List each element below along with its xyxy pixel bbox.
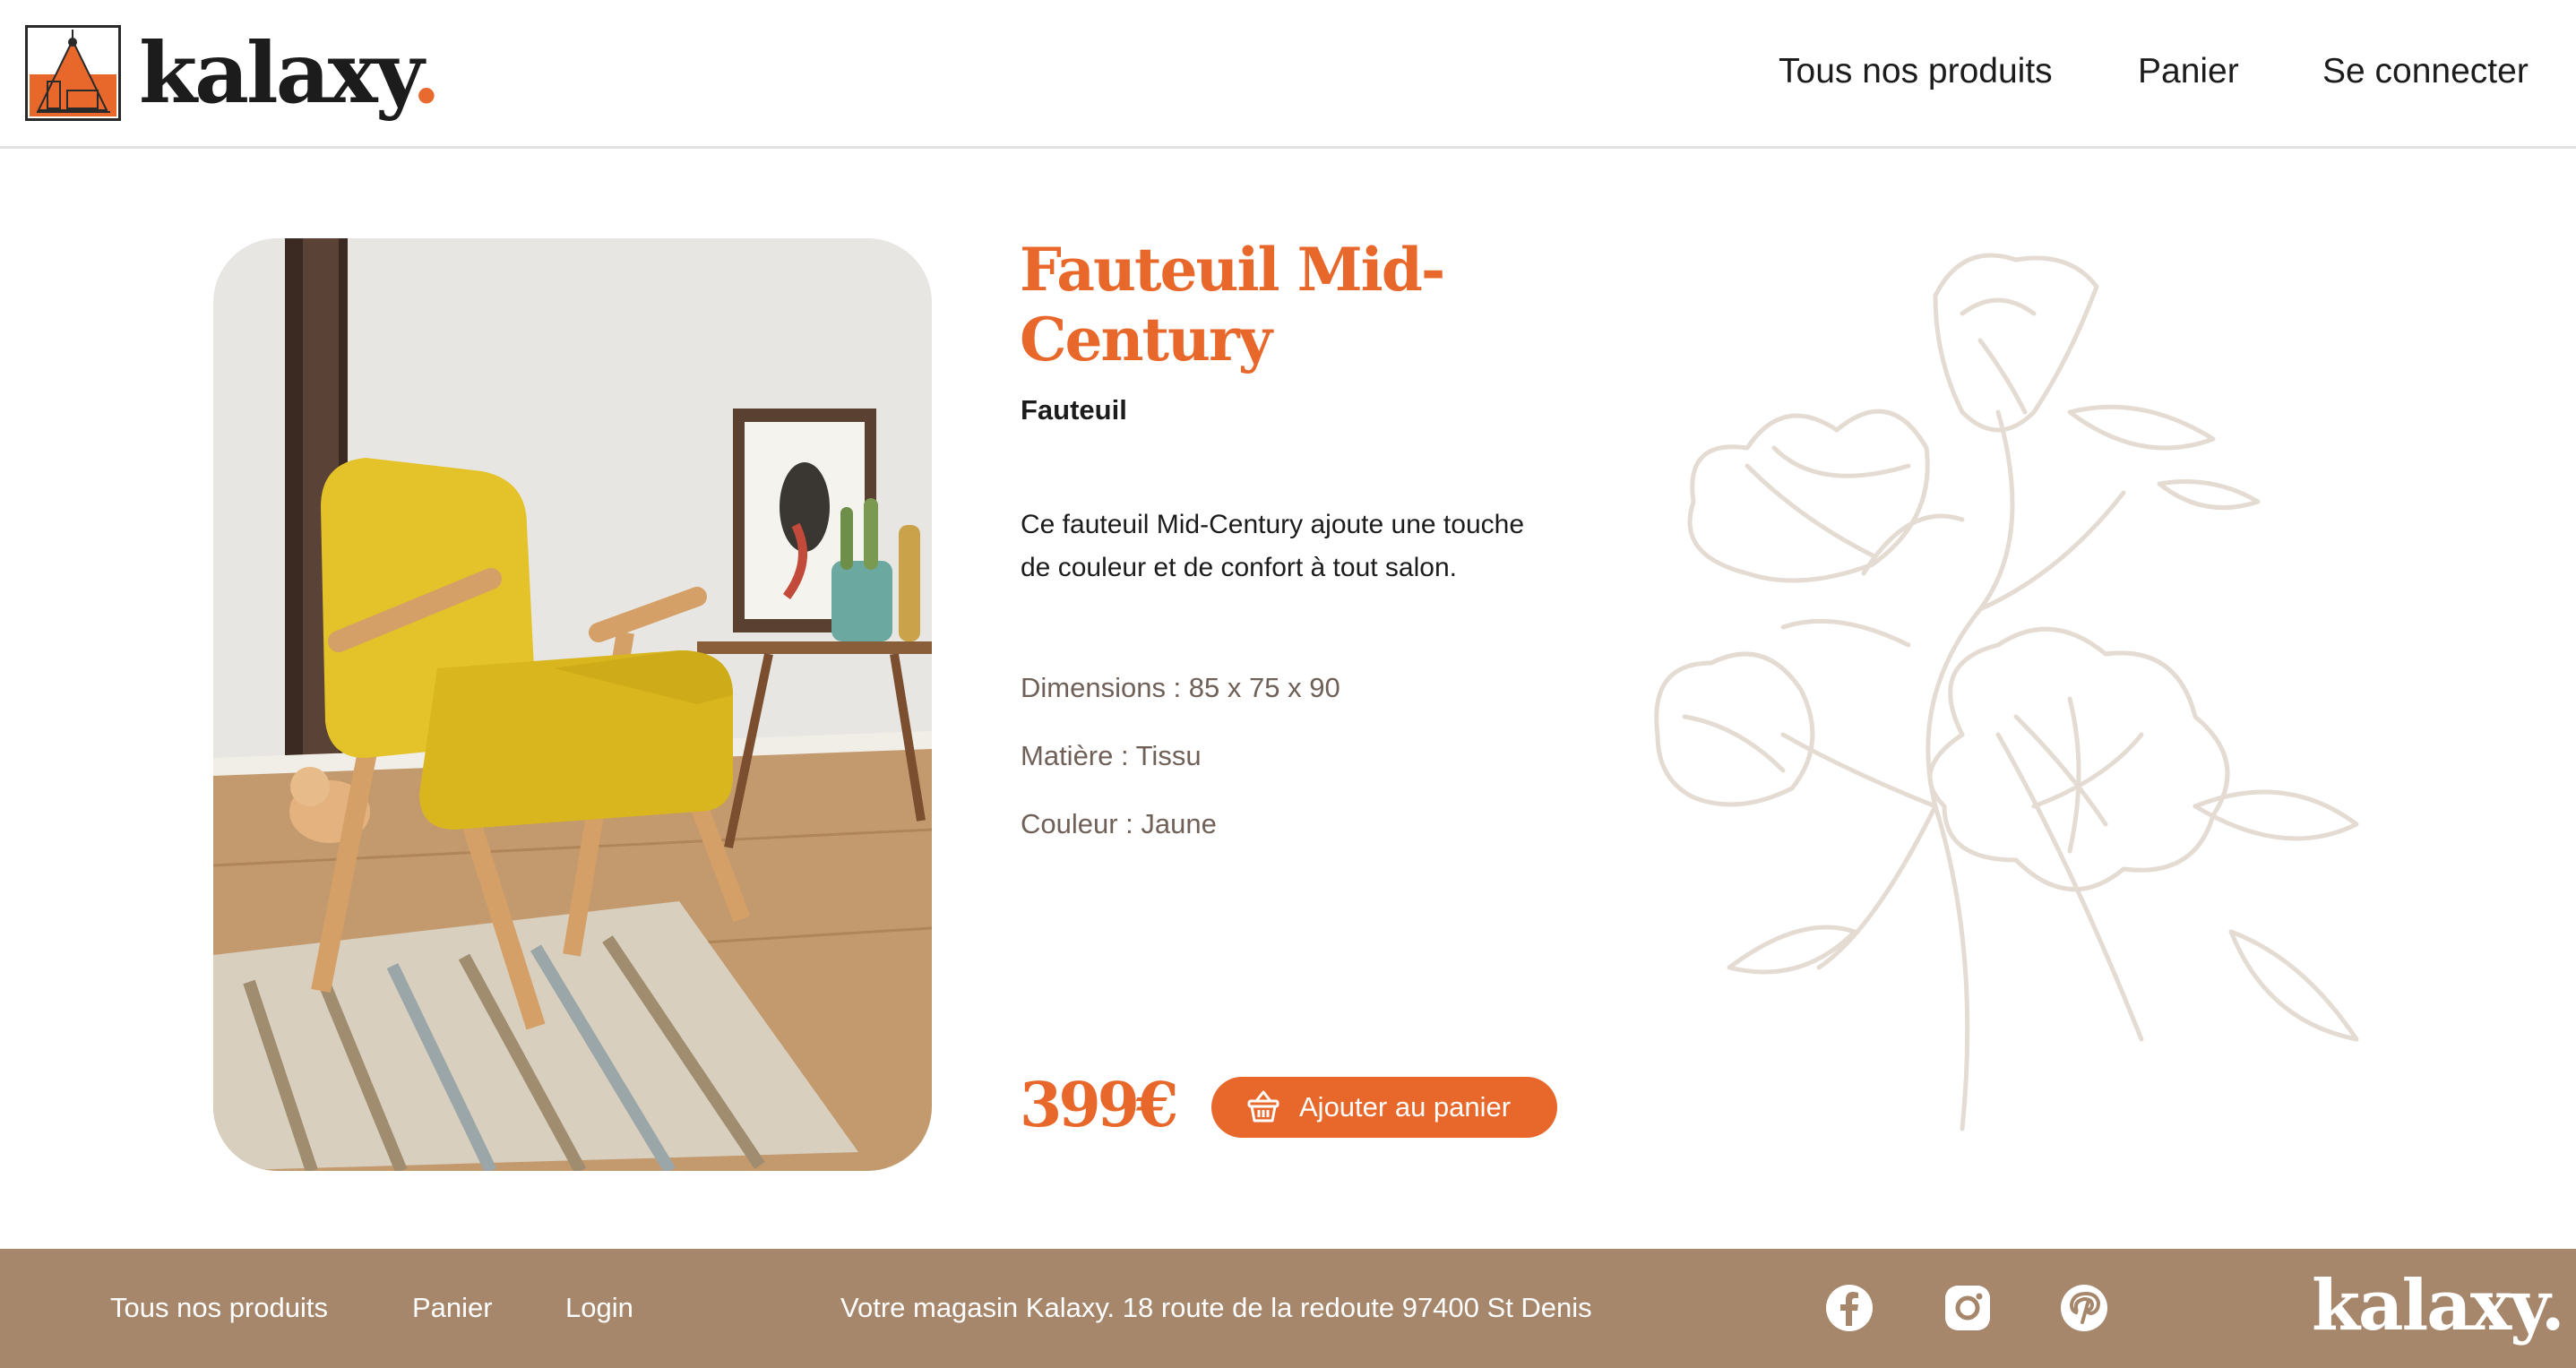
product-color: Couleur : Jaune xyxy=(1021,808,1217,839)
site-footer: Tous nos produits Panier Login Votre mag… xyxy=(0,1249,2576,1368)
brand-dot: . xyxy=(411,24,442,123)
nav-login[interactable]: Se connecter xyxy=(2322,52,2529,91)
product-material: Matière : Tissu xyxy=(1021,740,1202,771)
add-to-cart-label: Ajouter au panier xyxy=(1299,1091,1512,1123)
nav-cart[interactable]: Panier xyxy=(2138,52,2239,91)
facebook-icon[interactable] xyxy=(1824,1283,1874,1333)
footer-address: Votre magasin Kalaxy. 18 route de la red… xyxy=(840,1292,1592,1323)
logo-icon[interactable] xyxy=(25,25,121,121)
footer-link-all-products[interactable]: Tous nos produits xyxy=(110,1292,328,1324)
product-image xyxy=(213,238,932,1171)
product-description: Ce fauteuil Mid-Century ajoute une touch… xyxy=(1021,510,1525,582)
product-title: Fauteuil Mid-Century xyxy=(1020,235,1445,374)
basket-icon xyxy=(1245,1088,1281,1127)
product-price: 399€ xyxy=(1020,1070,1178,1141)
pinterest-icon[interactable] xyxy=(2059,1283,2109,1333)
product-category: Fauteuil xyxy=(1021,394,1127,426)
brand-logo[interactable]: kalaxy. xyxy=(139,20,442,127)
flower-illustration xyxy=(1640,233,2374,1138)
brand-name: kalaxy xyxy=(139,24,415,123)
site-header: kalaxy. Tous nos produits Panier Se conn… xyxy=(0,0,2576,149)
instagram-icon[interactable] xyxy=(1943,1283,1993,1333)
product-dimensions: Dimensions : 85 x 75 x 90 xyxy=(1021,672,1340,703)
nav-all-products[interactable]: Tous nos produits xyxy=(1779,52,2053,91)
footer-link-cart[interactable]: Panier xyxy=(412,1292,493,1324)
add-to-cart-button[interactable]: Ajouter au panier xyxy=(1211,1077,1557,1138)
footer-link-login[interactable]: Login xyxy=(565,1292,633,1324)
footer-logo[interactable]: kalaxy. xyxy=(2312,1261,2565,1351)
